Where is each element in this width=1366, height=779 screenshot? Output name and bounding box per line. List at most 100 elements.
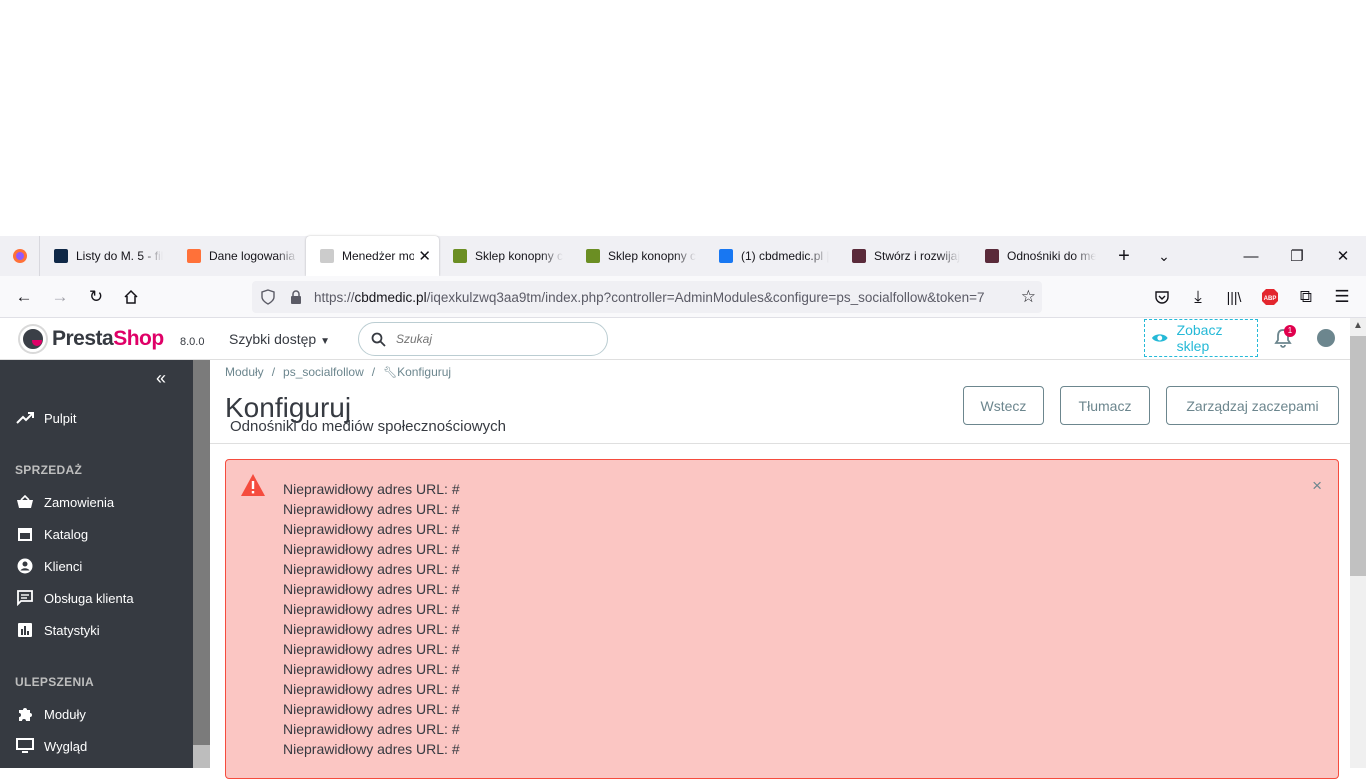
download-icon: ⤓ (1194, 287, 1202, 306)
browser-tab[interactable]: Sklep konopny c (572, 236, 705, 276)
adblock-plus-icon: ABP (1262, 289, 1278, 305)
list-all-tabs-button[interactable]: ⌄ (1144, 236, 1184, 276)
sidebar-item-design[interactable]: Wygląd (15, 738, 87, 754)
browser-tab[interactable]: Stwórz i rozwijaj (838, 236, 971, 276)
browser-tab[interactable]: Odnośniki do me (971, 236, 1104, 276)
scroll-up-arrow-icon[interactable]: ▲ (1350, 320, 1366, 331)
page-scrollbar-thumb[interactable] (1350, 336, 1366, 576)
blank-area (0, 0, 1366, 236)
sidebar-item-customer-service[interactable]: Obsługa klienta (15, 590, 134, 606)
downloads-button[interactable]: ⤓ (1185, 284, 1211, 310)
sidebar-item-label: Statystyki (44, 622, 100, 638)
search-icon[interactable] (371, 332, 386, 347)
adblock-button[interactable]: ABP (1257, 284, 1283, 310)
tab-label: Sklep konopny c (608, 249, 697, 263)
reload-button[interactable]: ↻ (83, 284, 109, 310)
pocket-button[interactable] (1149, 284, 1175, 310)
collapse-sidebar-icon[interactable]: « (156, 368, 166, 389)
view-shop-label: Zobacz sklep (1176, 322, 1223, 354)
toolbar-divider (210, 443, 1350, 444)
tab-favicon-icon (719, 249, 733, 263)
library-button[interactable]: |||\ (1221, 284, 1247, 310)
arrow-left-icon: ← (15, 287, 33, 306)
tab-label: Dane logowania i (209, 249, 298, 263)
alert-message: Nieprawidłowy adres URL: # (283, 741, 460, 757)
close-window-button[interactable]: ✕ (1320, 236, 1366, 276)
menu-button[interactable]: ☰ (1329, 284, 1355, 310)
sidebar-scrollbar-thumb[interactable] (193, 745, 210, 768)
alert-message: Nieprawidłowy adres URL: # (283, 541, 460, 557)
sidebar-item-customers[interactable]: Klienci (15, 558, 82, 574)
alert-message: Nieprawidłowy adres URL: # (283, 561, 460, 577)
shopping-basket-icon (15, 494, 34, 510)
alert-message: Nieprawidłowy adres URL: # (283, 661, 460, 677)
firefox-view-button[interactable] (0, 236, 40, 276)
tab-favicon-icon (852, 249, 866, 263)
home-button[interactable] (118, 284, 144, 310)
quick-access-dropdown[interactable]: Szybki dostęp ▼ (229, 331, 330, 347)
search-box[interactable] (358, 322, 608, 356)
alert-message: Nieprawidłowy adres URL: # (283, 621, 460, 637)
bookmark-star-icon[interactable]: ☆ (1021, 287, 1036, 307)
view-shop-link[interactable]: Zobacz sklep (1144, 319, 1258, 357)
browser-tab[interactable]: (1) cbdmedic.pl | (705, 236, 838, 276)
manage-hooks-button[interactable]: Zarządzaj zaczepami (1166, 386, 1339, 425)
user-avatar-icon[interactable] (1317, 329, 1335, 347)
search-input[interactable] (396, 332, 586, 346)
shield-icon (261, 289, 275, 305)
store-icon (15, 526, 34, 542)
minimize-button[interactable]: — (1228, 236, 1274, 276)
reload-icon: ↻ (88, 287, 104, 306)
browser-tab[interactable]: Listy do M. 5 - fil (40, 236, 173, 276)
new-tab-button[interactable]: + (1104, 236, 1144, 276)
close-icon: ✕ (1336, 248, 1350, 265)
main-content: Moduły / ps_socialfollow / 🔧︎Konfiguruj Konf… (210, 360, 1350, 779)
admin-sidebar: « Pulpit SPRZEDAŻ Zamowienia Katalog Kli… (0, 360, 193, 768)
browser-tab[interactable]: Dane logowania i (173, 236, 306, 276)
breadcrumb-module[interactable]: ps_socialfollow (283, 365, 364, 379)
lock-icon (291, 289, 301, 304)
sidebar-item-stats[interactable]: Statystyki (15, 622, 100, 638)
browser-tab[interactable]: Menedżer mo ✕ (306, 236, 439, 276)
account-circle-icon (15, 558, 34, 574)
tab-favicon-icon (586, 249, 600, 263)
chevron-down-icon: ⌄ (1158, 247, 1170, 264)
tab-label: Stwórz i rozwijaj (874, 249, 961, 263)
breadcrumb-configure: Konfiguruj (397, 365, 452, 379)
alert-message: Nieprawidłowy adres URL: # (283, 641, 460, 657)
puzzle-icon (15, 706, 34, 722)
browser-tab[interactable]: Sklep konopny c (439, 236, 572, 276)
back-button[interactable]: ← (11, 284, 37, 310)
brand-shop: Shop (113, 327, 164, 350)
alert-message: Nieprawidłowy adres URL: # (283, 521, 460, 537)
forward-button[interactable]: → (47, 284, 73, 310)
restore-icon: ❐ (1290, 248, 1304, 265)
sidebar-item-label: Zamowienia (44, 494, 115, 510)
sidebar-item-modules[interactable]: Moduły (15, 706, 86, 722)
url-text[interactable]: https://cbdmedic.pl/iqexkulzwq3aa9tm/ind… (314, 290, 1010, 305)
url-bar[interactable]: https://cbdmedic.pl/iqexkulzwq3aa9tm/ind… (252, 281, 1042, 313)
sidebar-item-dashboard[interactable]: Pulpit (15, 410, 77, 426)
page-scrollbar[interactable]: ▲ (1350, 318, 1366, 768)
pocket-icon (1155, 291, 1169, 304)
sidebar-scrollbar[interactable] (193, 360, 210, 768)
restore-button[interactable]: ❐ (1274, 236, 1320, 276)
back-button[interactable]: Wstecz (963, 386, 1044, 425)
extensions-button[interactable]: ⧉ (1293, 284, 1319, 310)
alert-message: Nieprawidłowy adres URL: # (283, 721, 460, 737)
breadcrumb-separator: / (271, 365, 276, 379)
sidebar-item-orders[interactable]: Zamowienia (15, 494, 114, 510)
alert-message-list: Nieprawidłowy adres URL: # Nieprawidłowy … (283, 479, 460, 759)
alert-message: Nieprawidłowy adres URL: # (283, 701, 460, 717)
sidebar-section-improve: ULEPSZENIA (15, 675, 95, 689)
close-tab-icon[interactable]: ✕ (418, 247, 431, 265)
tab-favicon-icon (320, 249, 334, 263)
translate-button[interactable]: Tłumacz (1060, 386, 1150, 425)
alert-close-button[interactable]: × (1312, 476, 1322, 496)
breadcrumb-modules[interactable]: Moduły (225, 365, 264, 379)
alert-message: Nieprawidłowy adres URL: # (283, 501, 460, 517)
sidebar-item-catalog[interactable]: Katalog (15, 526, 88, 542)
prestashop-logo[interactable]: PrestaShop (20, 326, 164, 352)
version-label: 8.0.0 (180, 336, 205, 348)
page-subtitle: Odnośniki do mediów społecznościowych (230, 418, 506, 435)
